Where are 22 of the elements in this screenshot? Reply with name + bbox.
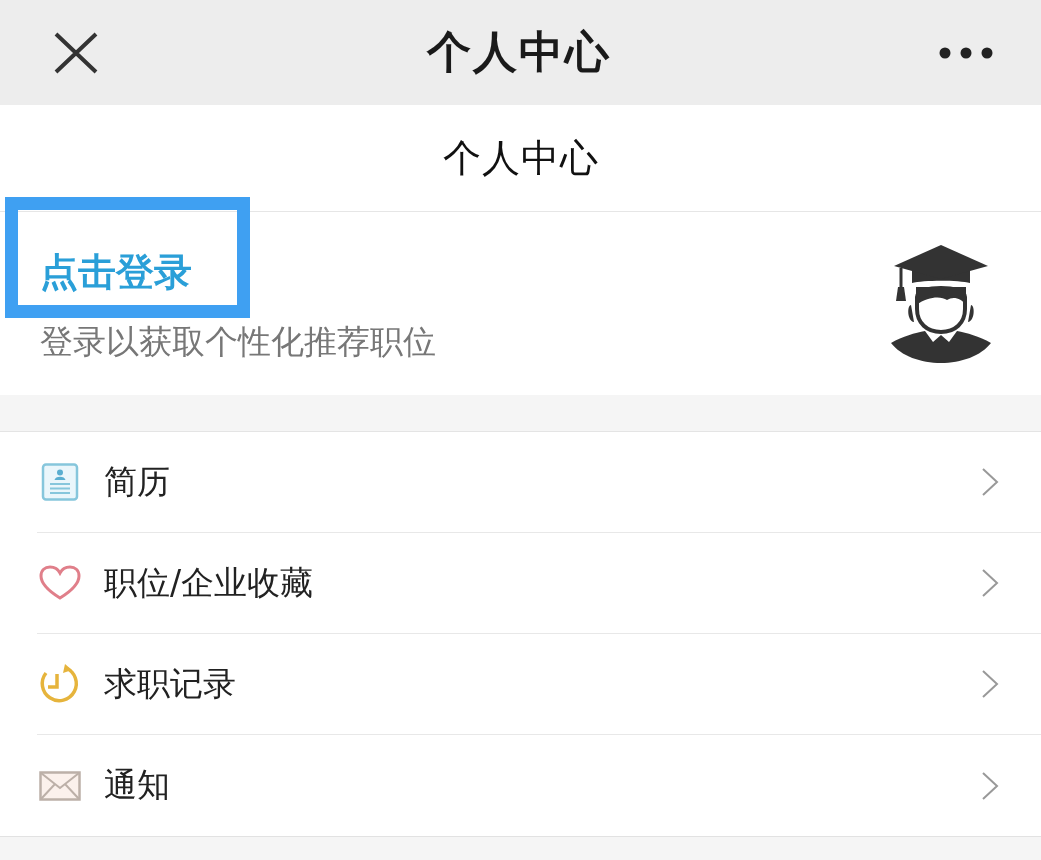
top-bar-title: 个人中心	[426, 25, 611, 79]
clock-arrow-icon	[39, 664, 81, 704]
close-icon[interactable]	[54, 31, 98, 74]
menu-item[interactable]: 通知	[37, 735, 1041, 836]
menu-item[interactable]: 求职记录	[37, 634, 1041, 735]
chevron-right-icon	[981, 669, 999, 699]
chevron-right-icon	[981, 568, 999, 598]
menu-item[interactable]: 职位/企业收藏	[37, 533, 1041, 634]
menu-item-label: 职位/企业收藏	[104, 561, 314, 604]
menu-item-label: 求职记录	[104, 662, 236, 705]
heart-icon	[39, 565, 81, 601]
more-icon[interactable]	[939, 46, 993, 59]
menu-item[interactable]: 简历	[37, 432, 1041, 533]
chevron-right-icon	[981, 770, 999, 801]
graduate-avatar-icon	[891, 244, 991, 363]
menu-item-label: 简历	[104, 460, 170, 503]
login-hint: 登录以获取个性化推荐职位	[40, 321, 436, 362]
envelope-icon	[39, 770, 81, 801]
page-title: 个人中心	[442, 134, 599, 182]
chevron-right-icon	[981, 467, 999, 497]
menu-item-label: 通知	[104, 764, 170, 806]
resume-icon	[41, 463, 79, 501]
